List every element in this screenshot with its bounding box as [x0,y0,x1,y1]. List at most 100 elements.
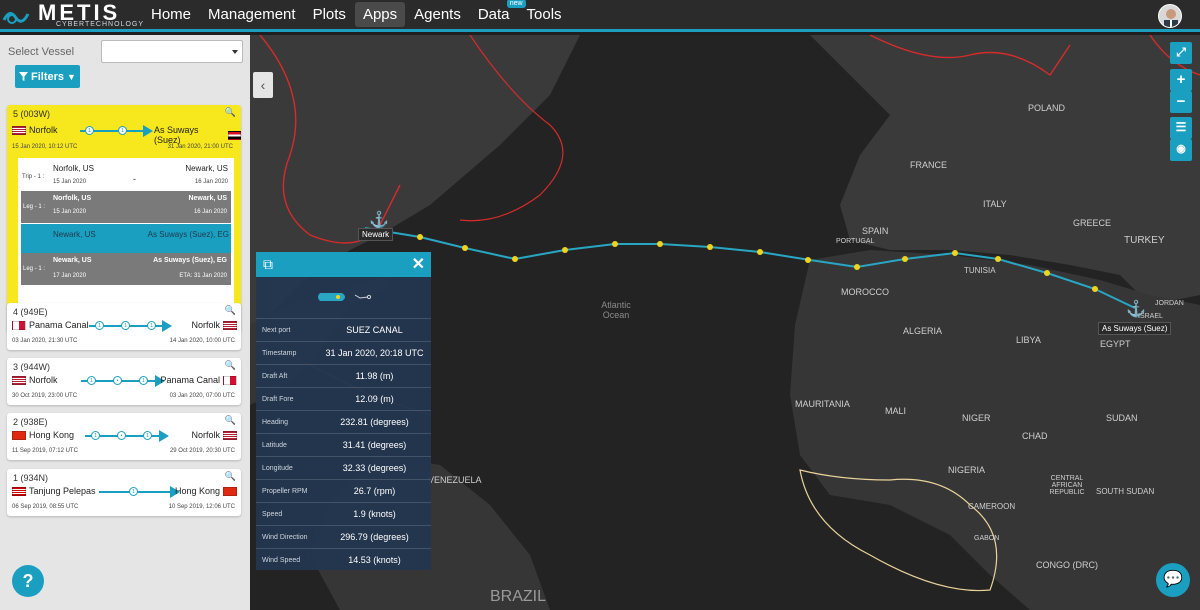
info-value: 14.53 (knots) [348,555,401,565]
help-icon[interactable]: ? [12,565,44,597]
nav-plots[interactable]: Plots [305,2,354,27]
nav-tools[interactable]: Tools [519,2,570,27]
logo-wave-icon [2,11,30,24]
info-row-wind-speed: Wind Speed 14.53 (knots) [256,548,431,571]
info-key: Propeller RPM [262,487,308,495]
chat-icon[interactable]: 💬 [1156,563,1190,597]
leg-eta: ETA: 31 Jan 2020 [179,273,227,279]
map-label: SUDAN [1106,413,1138,423]
map-label: FRANCE [910,160,948,170]
leg-row[interactable]: Leg - 1 : Newark, US As Suways (Suez), E… [21,253,231,285]
zoom-in-button[interactable]: + [1170,69,1192,91]
voyage-route-line: 1 1 [80,125,153,137]
map-label: ISRAEL [1138,313,1163,320]
panama-flag-icon [12,320,26,330]
voyage-card[interactable]: 2 (938E) 🔍 Hong Kong 1 • 1 Norfolk 11 Se… [7,413,241,460]
leg-label: Leg - 1 : [23,204,46,210]
info-value: 296.79 (degrees) [340,532,409,542]
voyage-title: 3 (944W) [13,362,51,372]
active-trip-header[interactable]: Newark, US As Suways (Suez), EG [21,224,231,253]
info-value: 232.81 (degrees) [340,417,409,427]
anchor-icon[interactable]: ⚓ [369,210,389,230]
route-node: 1 [129,487,138,496]
arrival-date: 14 Jan 2020, 10:00 UTC [169,338,235,344]
search-icon[interactable]: 🔍 [225,360,236,371]
departure-date: 15 Jan 2020, 10:12 UTC [12,144,78,150]
leg-start-date: 17 Jan 2020 [53,273,87,279]
leg-end-date: 16 Jan 2020 [193,209,227,215]
leg-row[interactable]: Leg - 1 : Norfolk, US Newark, US 15 Jan … [21,191,231,223]
zoom-out-button[interactable]: − [1170,91,1192,113]
info-value: 26.7 (rpm) [353,486,396,496]
info-row-wind-direction: Wind Direction 296.79 (degrees) [256,525,431,548]
nav-home[interactable]: Home [143,2,199,27]
select-vessel-label: Select Vessel [8,46,75,58]
origin-port: Tanjung Pelepas [29,486,96,496]
voyage-destination: As Suways (Suez) [154,125,241,145]
trip2-destination: As Suways (Suez), EG [147,230,229,239]
info-value: 31 Jan 2020, 20:18 UTC [325,348,424,358]
map-label: LIBYA [1016,335,1041,345]
fullscreen-icon[interactable]: ⤢ [1170,42,1192,64]
filters-button[interactable]: Filters ▼ [15,65,80,88]
map-label: CONGO (DRC) [1036,560,1098,570]
map-label: SOUTH SUDAN [1096,487,1155,496]
info-row-timestamp: Timestamp 31 Jan 2020, 20:18 UTC [256,341,431,364]
voyage-card[interactable]: 4 (949E) 🔍 Panama Canal 1 1 1 Norfolk 03… [7,303,241,350]
layers-icon[interactable]: ☰ [1170,117,1192,139]
panama-flag-icon [223,375,237,385]
nav-agents[interactable]: Agents [406,2,469,27]
nav-management[interactable]: Management [200,2,304,27]
info-key: Timestamp [262,349,297,357]
voyage-origin: Tanjung Pelepas [12,486,96,496]
route-node: 1 [121,321,130,330]
ocean-label: Atlantic Ocean [601,300,631,320]
user-avatar[interactable] [1158,4,1182,28]
search-icon[interactable]: 🔍 [225,415,236,426]
brand-subtitle: CYBERTECHNOLOGY [56,20,144,28]
external-link-icon[interactable]: ⧉ [263,256,273,273]
search-icon[interactable]: 🔍 [225,107,236,118]
search-icon[interactable]: 🔍 [225,305,236,316]
search-icon[interactable]: 🔍 [225,471,236,482]
leg-origin: Norfolk, US [53,195,92,202]
voyage-card[interactable]: 1 (934N) 🔍 Tanjung Pelepas 1 Hong Kong 0… [7,469,241,516]
us-flag-icon [12,125,26,135]
voyage-title: 1 (934N) [13,473,49,483]
voyage-title: 4 (949E) [13,307,48,317]
info-value: 32.33 (degrees) [342,463,407,473]
leg-origin: Newark, US [53,257,92,264]
info-row-draft-aft: Draft Aft 11.98 (m) [256,364,431,387]
origin-port: Hong Kong [29,430,75,440]
camera-icon[interactable]: ◉ [1170,139,1192,161]
nav-data-label: Data [477,6,510,23]
us-flag-icon [223,320,237,330]
nav-data[interactable]: Data new [470,0,526,27]
origin-port: Panama Canal [29,320,89,330]
arrival-date: 29 Oct 2019, 20:30 UTC [169,448,235,454]
metis-logo[interactable]: METIS CYBERTECHNOLOGY [2,0,144,30]
arrow-right-icon [143,125,153,137]
arrow-right-icon [159,430,169,442]
info-key: Wind Direction [262,533,308,541]
chevron-down-icon: ▼ [67,71,76,82]
collapse-sidebar-button[interactable]: ‹ [253,72,273,98]
route-node: 1 [85,126,94,135]
departure-date: 11 Sep 2019, 07:12 UTC [12,448,78,454]
trip-start-date: 15 Jan 2020 [53,179,87,185]
filters-label: Filters [31,70,65,83]
chevron-down-icon [232,50,238,54]
origin-port: Norfolk [29,375,58,385]
map-label: ALGERIA [903,326,943,336]
route-node: 1 [143,431,152,440]
arrow-right-icon [162,320,172,332]
voyage-card-selected[interactable]: 5 (003W) 🔍 Norfolk 1 1 As Suways (Suez) … [7,105,241,333]
leg-start-date: 15 Jan 2020 [53,209,87,215]
vessel-select[interactable] [101,40,243,63]
nav-apps[interactable]: Apps [354,2,406,27]
close-icon[interactable]: ✕ [412,254,425,274]
map-label: PORTUGAL [836,238,875,245]
voyage-card[interactable]: 3 (944W) 🔍 Norfolk 1 • 1 Panama Canal 30… [7,358,241,405]
leg-destination: As Suways (Suez), EG [153,257,227,264]
map-label: JORDAN [1155,300,1184,307]
